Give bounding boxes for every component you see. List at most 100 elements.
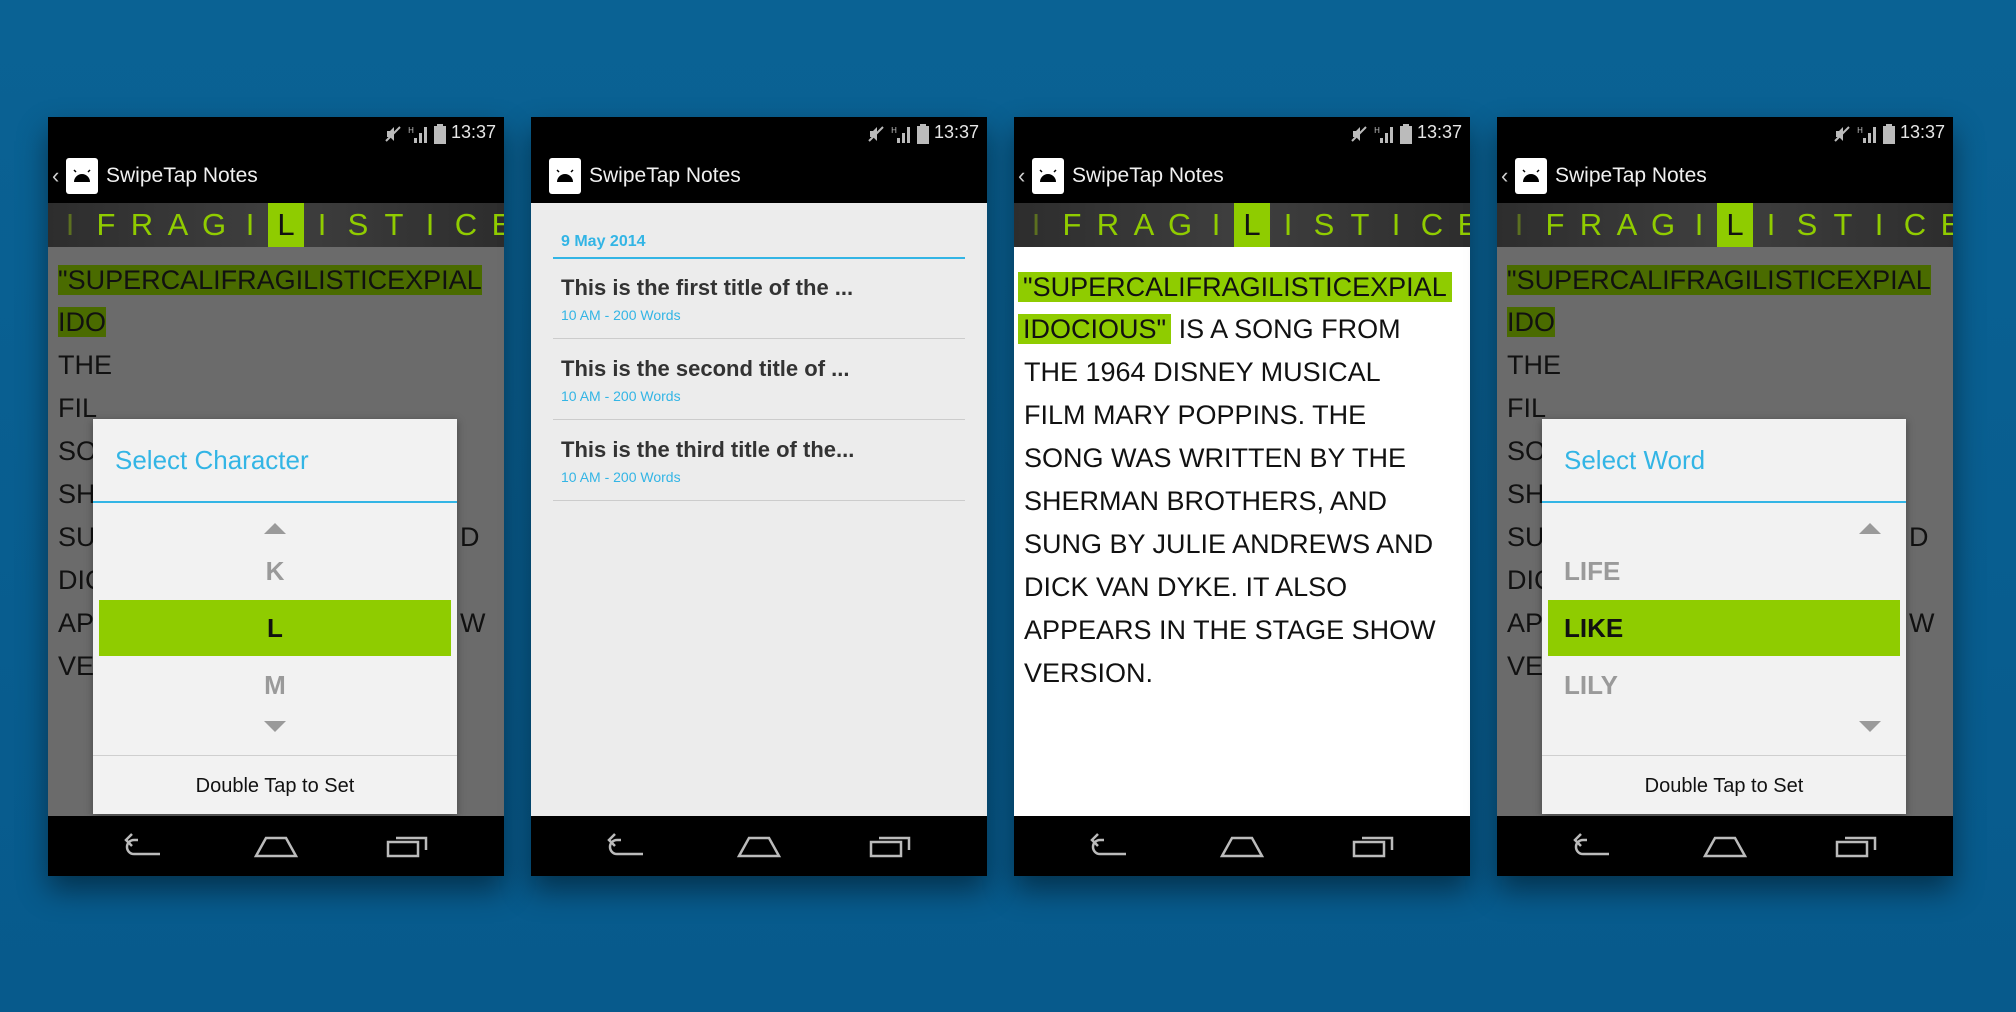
dialog-footer-divider — [93, 755, 457, 756]
picker-option-selected[interactable]: LIKE — [1548, 600, 1900, 656]
strip-char-selected[interactable]: L — [268, 203, 304, 247]
strip-char[interactable]: G — [196, 203, 232, 247]
strip-char[interactable]: T — [376, 203, 412, 247]
home-button-icon[interactable] — [1701, 832, 1749, 860]
app-title: SwipeTap Notes — [106, 164, 258, 187]
signal-icon: H — [1857, 126, 1876, 143]
character-strip[interactable]: I F R A G I L I S T I C E X P — [48, 203, 504, 247]
scroll-up-arrow-icon[interactable] — [264, 523, 286, 534]
bg-text-line: THE — [1507, 350, 1561, 380]
text-line: SHERMAN BROTHERS, AND — [1024, 486, 1388, 516]
back-button-icon[interactable] — [1569, 832, 1617, 860]
status-bar: H 13:37 — [1497, 117, 1953, 151]
strip-char[interactable]: I — [1270, 203, 1306, 247]
picker-option[interactable]: LILY — [1548, 657, 1900, 713]
up-caret-icon[interactable]: ‹ — [1018, 164, 1025, 188]
android-app-icon[interactable] — [549, 158, 581, 194]
note-text-area[interactable]: "SUPERCALIFRAGILISTICEXPIAL IDOCIOUS" IS… — [1014, 247, 1470, 816]
text-line: DICK VAN DYKE. IT ALSO — [1024, 572, 1348, 602]
recents-button-icon[interactable] — [1350, 832, 1398, 860]
strip-char[interactable]: C — [448, 203, 484, 247]
bg-text-line: THE — [58, 350, 112, 380]
action-bar: SwipeTap Notes — [531, 151, 987, 203]
mute-icon — [868, 126, 884, 142]
strip-char[interactable]: I — [304, 203, 340, 247]
strip-char[interactable]: R — [124, 203, 160, 247]
scroll-down-arrow-icon[interactable] — [1859, 721, 1881, 732]
strip-char[interactable]: I — [1378, 203, 1414, 247]
strip-char[interactable]: T — [1342, 203, 1378, 247]
strip-char[interactable]: S — [340, 203, 376, 247]
notes-list: 9 May 2014 This is the first title of th… — [531, 203, 987, 816]
highlighted-word: IDOCIOUS" — [1018, 314, 1172, 344]
strip-char[interactable]: I — [1501, 203, 1537, 247]
recents-button-icon[interactable] — [384, 832, 432, 860]
up-caret-icon[interactable]: ‹ — [1501, 164, 1508, 188]
phone-screen-select-character: H 13:37 ‹ SwipeTap Notes I F R A G I L I… — [48, 117, 504, 876]
note-list-item[interactable]: This is the first title of the ... 10 AM… — [553, 259, 965, 339]
recents-button-icon[interactable] — [1833, 832, 1881, 860]
strip-char[interactable]: G — [1645, 203, 1681, 247]
strip-char[interactable]: C — [1897, 203, 1933, 247]
select-word-dialog: Select Word LIFE LIKE LILY Double Tap to… — [1542, 419, 1906, 814]
back-button-icon[interactable] — [1086, 832, 1134, 860]
android-app-icon[interactable] — [1032, 158, 1064, 194]
strip-char[interactable]: A — [1609, 203, 1645, 247]
strip-char[interactable]: F — [1054, 203, 1090, 247]
picker-option-selected[interactable]: L — [99, 600, 451, 656]
strip-char[interactable]: R — [1090, 203, 1126, 247]
status-icons: H — [384, 123, 446, 145]
scroll-up-arrow-icon[interactable] — [1859, 523, 1881, 534]
strip-char[interactable]: I — [1681, 203, 1717, 247]
status-icons: H — [1833, 123, 1895, 145]
android-app-icon[interactable] — [66, 158, 98, 194]
status-time: 13:37 — [933, 122, 979, 142]
strip-char[interactable]: T — [1825, 203, 1861, 247]
character-strip[interactable]: I F R A G I L I S T I C E X P — [1497, 203, 1953, 247]
home-button-icon[interactable] — [252, 832, 300, 860]
up-caret-icon[interactable]: ‹ — [52, 164, 59, 188]
strip-char[interactable]: E — [1450, 203, 1470, 247]
strip-char-selected[interactable]: L — [1717, 203, 1753, 247]
home-button-icon[interactable] — [735, 832, 783, 860]
strip-char[interactable]: E — [484, 203, 504, 247]
strip-char[interactable]: I — [1018, 203, 1054, 247]
strip-char-selected[interactable]: L — [1234, 203, 1270, 247]
strip-char[interactable]: A — [160, 203, 196, 247]
strip-char[interactable]: E — [1933, 203, 1953, 247]
note-list-item[interactable]: This is the third title of the... 10 AM … — [553, 421, 965, 501]
note-list-item[interactable]: This is the second title of ... 10 AM - … — [553, 340, 965, 420]
back-button-icon[interactable] — [603, 832, 651, 860]
strip-char[interactable]: I — [52, 203, 88, 247]
strip-char[interactable]: A — [1126, 203, 1162, 247]
strip-char[interactable]: S — [1789, 203, 1825, 247]
character-strip[interactable]: I F R A G I L I S T I C E X P — [1014, 203, 1470, 247]
picker-option[interactable]: K — [99, 543, 451, 599]
back-button-icon[interactable] — [120, 832, 168, 860]
dialog-hint: Double Tap to Set — [1644, 775, 1804, 797]
strip-char[interactable]: I — [232, 203, 268, 247]
note-title: This is the second title of ... — [561, 356, 850, 381]
strip-char[interactable]: C — [1414, 203, 1450, 247]
home-button-icon[interactable] — [1218, 832, 1266, 860]
strip-char[interactable]: I — [1753, 203, 1789, 247]
battery-icon — [434, 124, 446, 144]
strip-char[interactable]: I — [1198, 203, 1234, 247]
picker-option[interactable]: M — [99, 657, 451, 713]
strip-char[interactable]: G — [1162, 203, 1198, 247]
scroll-down-arrow-icon[interactable] — [264, 721, 286, 732]
bg-text-fragment: W — [460, 608, 486, 638]
text-line: VERSION. — [1024, 658, 1154, 688]
editor-content: I F R A G I L I S T I C E X P "SUPERCALI… — [1497, 203, 1953, 816]
strip-char[interactable]: I — [412, 203, 448, 247]
strip-char[interactable]: F — [88, 203, 124, 247]
android-app-icon[interactable] — [1515, 158, 1547, 194]
dialog-title: Select Character — [115, 445, 309, 475]
recents-button-icon[interactable] — [867, 832, 915, 860]
picker-option[interactable]: LIFE — [1548, 543, 1900, 599]
strip-char[interactable]: I — [1861, 203, 1897, 247]
strip-char[interactable]: F — [1537, 203, 1573, 247]
dialog-divider — [93, 501, 457, 503]
strip-char[interactable]: S — [1306, 203, 1342, 247]
strip-char[interactable]: R — [1573, 203, 1609, 247]
